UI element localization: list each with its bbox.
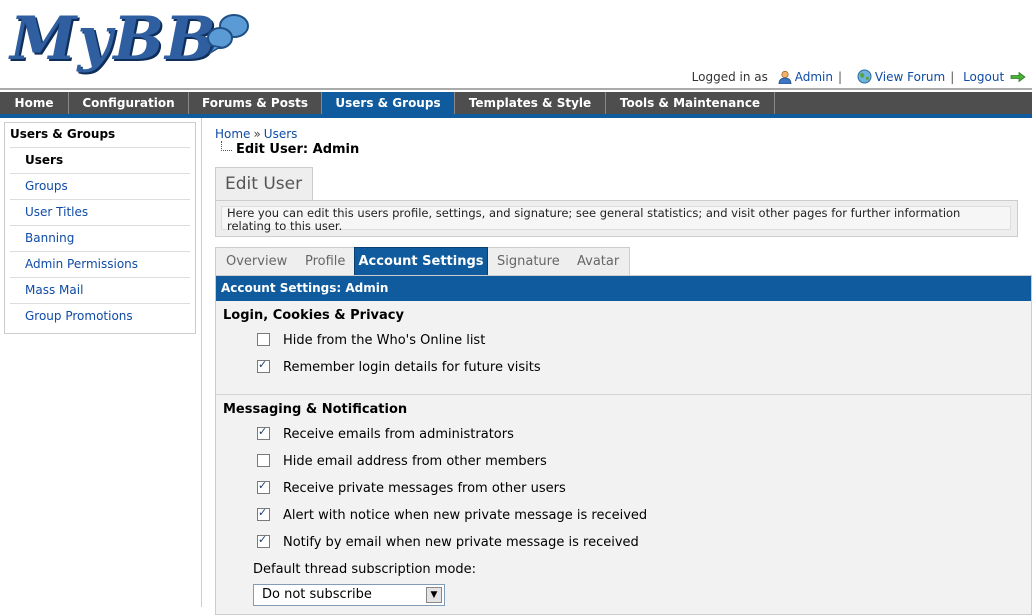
logo-text: MyBB [10, 4, 217, 74]
chevron-down-icon[interactable]: ▼ [426, 587, 442, 603]
page-heading: Edit User: Admin [221, 141, 359, 157]
subscription-mode-value: Do not subscribe [262, 587, 372, 602]
section-divider [216, 394, 1031, 395]
sidebar-item-groups[interactable]: Groups [10, 173, 190, 199]
arrow-right-icon [1010, 71, 1026, 83]
checkbox[interactable] [257, 358, 270, 373]
separator: | [950, 70, 955, 84]
tab-avatar[interactable]: Avatar [577, 248, 619, 275]
user-icon [778, 70, 792, 84]
option-receive-pms[interactable]: Receive private messages from other user… [257, 479, 566, 496]
breadcrumb-home[interactable]: Home [215, 127, 250, 141]
sidebar-title: Users & Groups [10, 127, 116, 141]
sidebar-divider [201, 118, 202, 607]
admin-user-link[interactable]: Admin [795, 70, 833, 84]
tab-profile[interactable]: Profile [305, 248, 345, 275]
sidebar-item-user-titles[interactable]: User Titles [10, 199, 190, 225]
tab-account-settings[interactable]: Account Settings [354, 247, 488, 276]
sidebar-item-mass-mail[interactable]: Mass Mail [10, 277, 190, 303]
page-heading-text: Edit User: Admin [236, 142, 360, 157]
globe-icon [857, 69, 872, 84]
header-divider [0, 88, 1032, 90]
nav-tab-tools-maintenance[interactable]: Tools & Maintenance [606, 92, 775, 114]
checkbox[interactable] [257, 425, 270, 440]
sidebar-item-admin-permissions[interactable]: Admin Permissions [10, 251, 190, 277]
nav-tab-home[interactable]: Home [0, 92, 69, 114]
page-title: Edit User [215, 167, 313, 201]
panel-header: Account Settings: Admin [216, 276, 1031, 301]
user-bar: Logged in as Admin | View Forum | Logout [692, 69, 1026, 84]
nav-tab-configuration[interactable]: Configuration [69, 92, 189, 114]
option-label: Remember login details for future visits [283, 360, 541, 375]
option-label: Notify by email when new private message… [283, 535, 639, 550]
nav-tab-templates-style[interactable]: Templates & Style [455, 92, 606, 114]
sub-tabs: Overview Profile Account Settings Signat… [215, 247, 630, 276]
option-label: Alert with notice when new private messa… [283, 508, 648, 523]
option-label: Receive emails from administrators [283, 427, 514, 442]
section-title-messaging: Messaging & Notification [223, 402, 408, 417]
option-receive-admin-emails[interactable]: Receive emails from administrators [257, 425, 514, 442]
sidebar-item-banning[interactable]: Banning [10, 225, 190, 251]
page-description: Here you can edit this users profile, se… [221, 206, 1011, 233]
subscription-mode-select[interactable]: Do not subscribe ▼ [253, 584, 445, 606]
account-settings-panel: Account Settings: Admin Login, Cookies &… [215, 275, 1032, 615]
checkbox[interactable] [257, 479, 270, 494]
mybb-logo[interactable]: MyBB [8, 4, 249, 84]
checkbox[interactable] [257, 333, 270, 346]
option-hide-email[interactable]: Hide email address from other members [257, 454, 547, 469]
checkbox[interactable] [257, 533, 270, 548]
view-forum-link[interactable]: View Forum [875, 70, 945, 84]
nav-tab-users-groups[interactable]: Users & Groups [322, 92, 455, 114]
page-description-box: Here you can edit this users profile, se… [215, 200, 1018, 237]
logout-link[interactable]: Logout [963, 70, 1004, 84]
option-label: Hide from the Who's Online list [283, 333, 486, 348]
checkbox[interactable] [257, 454, 270, 467]
option-pm-email[interactable]: Notify by email when new private message… [257, 533, 639, 550]
sidebar: Users & Groups Users Groups User Titles … [4, 122, 196, 334]
breadcrumb-users[interactable]: Users [264, 127, 298, 141]
logged-in-label: Logged in as [691, 70, 768, 84]
separator: | [837, 70, 843, 84]
breadcrumb: Home» Users [215, 127, 297, 141]
section-title-login: Login, Cookies & Privacy [223, 308, 404, 323]
tree-connector [221, 141, 232, 151]
checkbox[interactable] [257, 506, 270, 521]
speech-bubble-icon [207, 14, 249, 54]
nav-underline [0, 114, 1032, 118]
sidebar-item-users[interactable]: Users [10, 147, 190, 173]
sidebar-item-group-promotions[interactable]: Group Promotions [10, 303, 190, 329]
main-nav: Home Configuration Forums & Posts Users … [0, 92, 1032, 114]
breadcrumb-separator: » [253, 127, 261, 141]
tab-signature[interactable]: Signature [497, 248, 560, 275]
option-pm-notice[interactable]: Alert with notice when new private messa… [257, 506, 648, 523]
subscription-mode-label: Default thread subscription mode: [253, 562, 477, 577]
option-hide-online[interactable]: Hide from the Who's Online list [257, 333, 485, 348]
option-label: Receive private messages from other user… [283, 481, 566, 496]
option-remember-login[interactable]: Remember login details for future visits [257, 358, 541, 375]
header: MyBB Logged in as Admin | View Forum | Log… [0, 0, 1032, 92]
nav-tab-forums-posts[interactable]: Forums & Posts [189, 92, 322, 114]
tab-overview[interactable]: Overview [226, 248, 287, 275]
option-label: Hide email address from other members [283, 454, 547, 469]
